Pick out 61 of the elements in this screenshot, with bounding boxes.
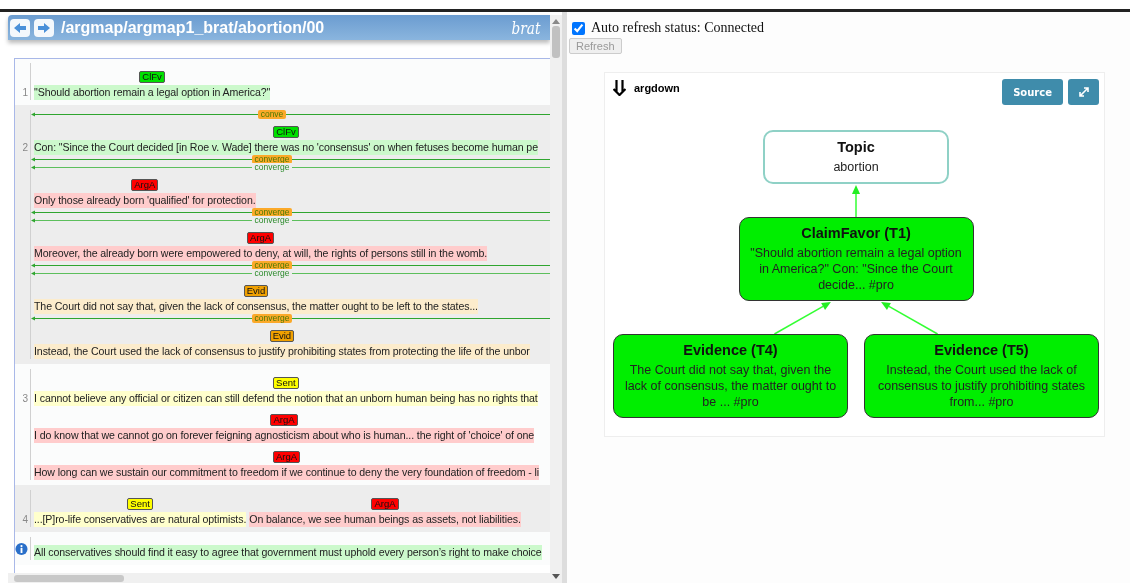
annotation-label[interactable]: ArgA (131, 179, 159, 191)
annotated-text[interactable]: I do know that we cannot go on forever feigning agnosticism about who is human... the right of 'choice' of one (34, 428, 535, 443)
expand-icon (1077, 86, 1090, 98)
vertical-scrollbar[interactable] (550, 15, 562, 583)
document-path: /argmap/argmap1_brat/abortion/00 (61, 18, 326, 37)
node-title: Topic (836, 138, 876, 157)
line-number: 3 (22, 392, 28, 406)
info-icon[interactable] (15, 541, 28, 556)
right-arrow-icon (37, 21, 51, 34)
annotated-text[interactable]: All conservatives should find it easy to agree that government must uphold every person’s right to make choice (34, 545, 542, 560)
annotation-label[interactable]: ClFv (139, 71, 165, 83)
annotation-label[interactable]: ArgA (371, 498, 399, 510)
expand-button[interactable] (1068, 79, 1099, 105)
annotation-label[interactable]: ArgA (247, 232, 275, 244)
relation-label[interactable]: converge (251, 162, 293, 172)
statement-node[interactable]: ClaimFavor (T1) "Should abortion remain a legal option in America?" Con: "Since the Court decide... #pro (738, 217, 974, 301)
line-number: 4 (22, 513, 28, 527)
line-number: 1 (22, 86, 28, 100)
annotated-text[interactable]: I cannot believe any official or citizen can still defend the notion that an unborn human being has no rights that (34, 391, 538, 406)
relation-label[interactable]: converge (251, 268, 293, 278)
annotated-text[interactable]: ...[P]ro-life conservatives are natural optimists. (34, 512, 247, 527)
node-text: "Should abortion remain a legal option in America?" Con: "Since the Court decide... #pro (749, 245, 963, 293)
auto-refresh-label: Auto refresh status: Connected (591, 20, 764, 36)
relation-label[interactable]: converge (251, 215, 293, 225)
annotated-text[interactable]: Only those already born 'qualified' for protection. (34, 193, 256, 208)
brand-logo: brat (511, 17, 541, 38)
source-button[interactable]: Source (1002, 79, 1063, 105)
annotation-label[interactable]: Evid (243, 285, 269, 297)
annotated-text[interactable]: Con: "Since the Court decided [in Roe v. Wade] there was no 'consensus' on when fetuses become human pe (34, 140, 538, 155)
node-title: ClaimFavor (T1) (800, 224, 912, 243)
annotation-label[interactable]: Evid (269, 330, 295, 342)
annotated-text[interactable]: Moreover, the already born were empowered to deny, at will, the rights of persons still in the womb. (34, 246, 488, 261)
node-text: abortion (832, 159, 880, 175)
annotation-label[interactable]: ArgA (270, 414, 298, 426)
back-button[interactable] (10, 18, 30, 37)
support-arrow (852, 185, 860, 218)
annotation-label[interactable]: ArgA (272, 451, 301, 463)
forward-button[interactable] (34, 18, 54, 37)
annotated-text[interactable]: The Court did not say that, given the lack of consensus, the matter ought to be left to the states... (34, 299, 478, 314)
horizontal-scrollbar[interactable] (8, 573, 550, 583)
annotation-label[interactable]: ClFv (273, 126, 299, 138)
annotation-label[interactable]: Sent (127, 498, 153, 510)
topic-node[interactable]: Topic abortion (763, 130, 949, 184)
annotated-text[interactable]: Instead, the Court used the lack of consensus to justify prohibiting states from protecting the life of the unbor (34, 344, 530, 359)
statement-node[interactable]: Evidence (T4) The Court did not say that, given the lack of consensus, the matter ought to be ... #pro (613, 334, 848, 418)
statement-node[interactable]: Evidence (T5) Instead, the Court used the lack of consensus to justify prohibiting states from... #pro (864, 334, 1099, 418)
argdown-name: argdown (634, 82, 681, 94)
annotation-label[interactable]: Sent (273, 377, 299, 389)
line-number: 2 (22, 141, 28, 155)
annotated-text[interactable]: How long can we sustain our commitment to freedom if we continue to deny the very foundation of freedom - li (34, 465, 540, 480)
double-down-arrow-icon (613, 80, 626, 96)
node-title: Evidence (T4) (682, 341, 779, 360)
annotated-text[interactable]: "Should abortion remain a legal option in America?" (34, 85, 271, 100)
support-arrow (881, 302, 939, 335)
node-text: The Court did not say that, given the lack of consensus, the matter ought to be ... #pro (623, 362, 838, 410)
auto-refresh-checkbox[interactable] (572, 21, 585, 35)
left-arrow-icon (13, 21, 27, 34)
annotated-text[interactable]: On balance, we see human beings as assets, not liabilities. (249, 512, 521, 527)
node-text: Instead, the Court used the lack of consensus to justify prohibiting states from... #pro (876, 362, 1087, 410)
node-title: Evidence (T5) (933, 341, 1030, 360)
support-arrow (773, 302, 831, 335)
